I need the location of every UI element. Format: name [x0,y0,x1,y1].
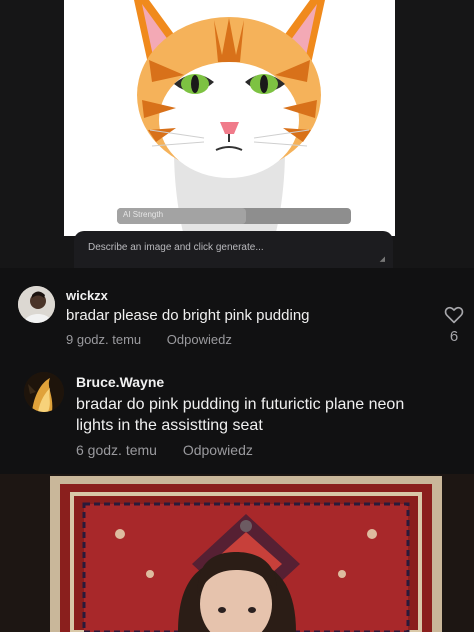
comment-time: 9 godz. temu [66,332,142,347]
like-count: 6 [449,328,459,345]
comment-username[interactable]: Bruce.Wayne [76,374,164,390]
resize-handle-icon: ◢ [379,256,385,263]
comment-meta: 6 godz. temu Odpowiedz [76,442,253,458]
comment-text: bradar do pink pudding in futurictic pla… [76,396,405,435]
like-button[interactable]: 6 [442,306,466,345]
reply-button[interactable]: Odpowiedz [183,442,253,458]
cat-illustration [134,0,325,236]
comment-meta: 9 godz. temu Odpowiedz [66,332,232,347]
avatar-photo [24,372,64,412]
avatar[interactable] [18,286,55,323]
ai-strength-label: AI Strength [123,210,164,219]
avatar[interactable] [24,372,64,412]
prompt-placeholder: Describe an image and click generate... [88,242,264,253]
comment-text: bradar please do bright pink pudding [66,307,310,324]
rug-background-photo [0,474,474,632]
video-frame-bottom[interactable] [0,474,474,632]
prompt-input[interactable]: Describe an image and click generate... … [74,231,393,268]
generated-image [64,0,395,236]
comment-username[interactable]: wickzx [66,288,108,303]
heart-icon [444,306,464,324]
video-frame-top[interactable]: AI Strength Describe an image and click … [0,0,474,268]
reply-button[interactable]: Odpowiedz [167,332,232,347]
ai-strength-slider[interactable]: AI Strength [117,208,351,224]
avatar-photo [18,286,55,323]
comment-time: 6 godz. temu [76,442,157,458]
